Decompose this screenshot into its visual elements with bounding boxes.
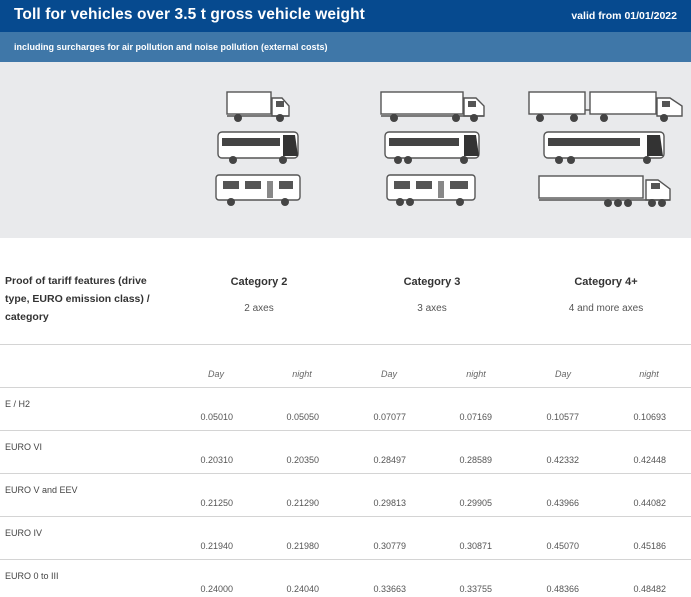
category-axes: 2 axes <box>244 303 274 314</box>
row-divider <box>0 473 691 474</box>
category-axes: 4 and more axes <box>568 303 644 314</box>
table-cell: 0.48366 <box>546 584 579 594</box>
table-cell: 0.28589 <box>459 455 492 465</box>
row-divider <box>0 559 691 560</box>
row-label: EURO V and EEV <box>5 485 78 495</box>
truck-icon <box>226 91 290 122</box>
motorhome-icon <box>215 174 301 206</box>
table-cell: 0.07169 <box>459 412 492 422</box>
motorhome-icon <box>386 174 476 206</box>
table-cell: 0.42448 <box>633 455 666 465</box>
column-header-night: night <box>292 369 312 379</box>
table-cell: 0.21250 <box>200 498 233 508</box>
table-cell: 0.30779 <box>373 541 406 551</box>
truck-trailer-icon <box>528 91 683 122</box>
row-label: E / H2 <box>5 399 31 409</box>
page-subheader: including surcharges for air pollution a… <box>0 32 691 62</box>
table-cell: 0.29905 <box>459 498 492 508</box>
valid-from-date: valid from 01/01/2022 <box>571 10 677 22</box>
coach-icon <box>384 131 480 164</box>
table-cell: 0.20350 <box>286 455 319 465</box>
column-header-day: Day <box>380 369 397 379</box>
table-cell: 0.10577 <box>546 412 579 422</box>
category-name: Category 3 <box>403 276 461 288</box>
page-title: Toll for vehicles over 3.5 t gross vehic… <box>14 6 365 23</box>
table-cell: 0.21290 <box>286 498 319 508</box>
table-cell: 0.28497 <box>373 455 406 465</box>
surcharge-note: including surcharges for air pollution a… <box>14 42 328 52</box>
page-header: Toll for vehicles over 3.5 t gross vehic… <box>0 0 691 32</box>
table-cell: 0.21940 <box>200 541 233 551</box>
truck-icon <box>380 91 485 122</box>
divider <box>0 344 691 345</box>
category-name: Category 4+ <box>574 276 638 288</box>
column-header-night: night <box>639 369 659 379</box>
table-cell: 0.42332 <box>546 455 579 465</box>
bus-icon <box>217 131 299 164</box>
table-cell: 0.24040 <box>286 584 319 594</box>
column-header-day: Day <box>207 369 224 379</box>
divider <box>0 387 691 388</box>
category-header: Proof of tariff features (drive type, EU… <box>0 238 691 344</box>
row-label: EURO IV <box>5 528 43 538</box>
table-cell: 0.20310 <box>200 455 233 465</box>
row-label: EURO 0 to III <box>5 571 59 581</box>
category-axes: 3 axes <box>417 303 447 314</box>
table-cell: 0.48482 <box>633 584 666 594</box>
category-2: Category 2 2 axes <box>189 276 329 314</box>
row-divider <box>0 516 691 517</box>
row-divider <box>0 430 691 431</box>
table-cell: 0.07077 <box>373 412 406 422</box>
table-cell: 0.45070 <box>546 541 579 551</box>
table-cell: 0.05010 <box>200 412 233 422</box>
category-4plus: Category 4+ 4 and more axes <box>536 276 676 314</box>
semi-trailer-icon <box>538 175 671 207</box>
table-cell: 0.33663 <box>373 584 406 594</box>
table-cell: 0.30871 <box>459 541 492 551</box>
vehicle-illustrations <box>0 62 691 238</box>
column-header-night: night <box>466 369 486 379</box>
proof-label: Proof of tariff features (drive type, EU… <box>5 275 150 323</box>
table-cell: 0.05050 <box>286 412 319 422</box>
table-cell: 0.43966 <box>546 498 579 508</box>
row-label: EURO VI <box>5 442 43 452</box>
category-name: Category 2 <box>230 276 288 288</box>
table-cell: 0.10693 <box>633 412 666 422</box>
table-cell: 0.33755 <box>459 584 492 594</box>
articulated-coach-icon <box>543 131 665 164</box>
table-cell: 0.24000 <box>200 584 233 594</box>
table-cell: 0.21980 <box>286 541 319 551</box>
category-3: Category 3 3 axes <box>362 276 502 314</box>
table-cell: 0.29813 <box>373 498 406 508</box>
table-cell: 0.44082 <box>633 498 666 508</box>
column-header-day: Day <box>554 369 571 379</box>
table-cell: 0.45186 <box>633 541 666 551</box>
